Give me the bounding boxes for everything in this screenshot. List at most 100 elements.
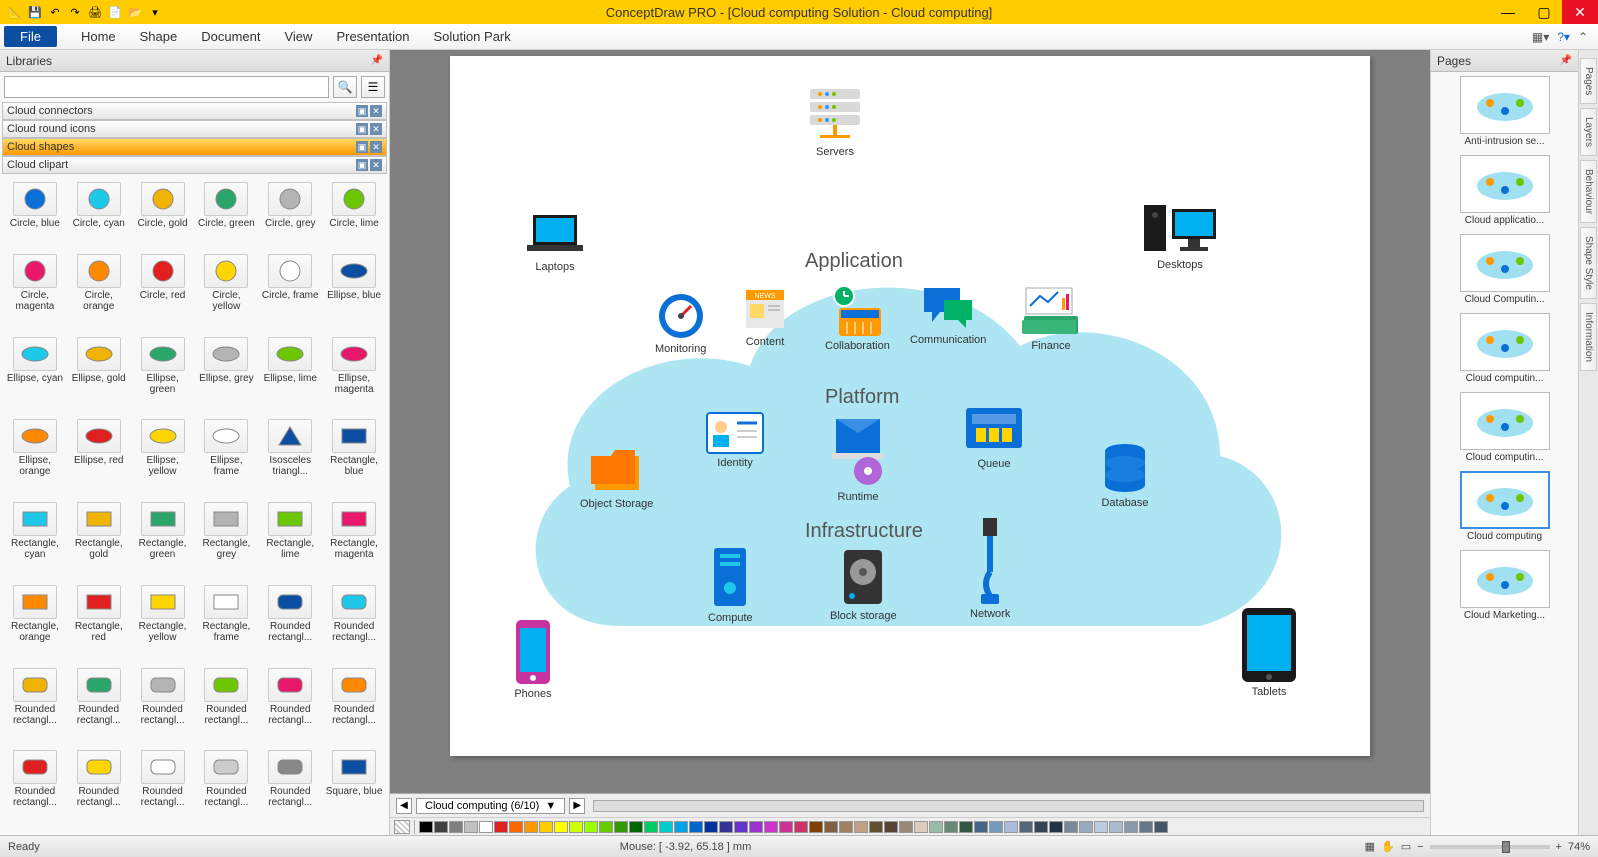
color-swatch[interactable]: [794, 821, 808, 833]
library-options-button[interactable]: ☰: [361, 76, 385, 98]
minimize-button[interactable]: —: [1490, 0, 1526, 24]
color-swatch[interactable]: [959, 821, 973, 833]
lib-section-cloud-connectors[interactable]: Cloud connectors▣✕: [2, 102, 387, 120]
collaboration-icon[interactable]: Collaboration: [825, 284, 890, 352]
color-swatch[interactable]: [869, 821, 883, 833]
color-swatch[interactable]: [644, 821, 658, 833]
page-thumb[interactable]: Cloud computing: [1445, 471, 1565, 542]
maximize-button[interactable]: ▢: [1526, 0, 1562, 24]
library-search-input[interactable]: [4, 76, 329, 98]
content-icon[interactable]: NEWS Content: [740, 284, 790, 348]
shape-circle-grey[interactable]: Circle, grey: [259, 180, 321, 250]
color-swatch[interactable]: [1004, 821, 1018, 833]
zoom-slider[interactable]: [1430, 845, 1550, 849]
color-swatch[interactable]: [614, 821, 628, 833]
color-swatch[interactable]: [599, 821, 613, 833]
compute-icon[interactable]: Compute: [708, 544, 753, 624]
shape-ellipse-lime[interactable]: Ellipse, lime: [259, 335, 321, 416]
shape-ellipse-frame[interactable]: Ellipse, frame: [195, 417, 257, 498]
shape-rounded-rectangl-[interactable]: Rounded rectangl...: [259, 583, 321, 664]
canvas-scroll[interactable]: Servers Laptops Desktops Application: [390, 50, 1430, 793]
shape-circle-green[interactable]: Circle, green: [195, 180, 257, 250]
color-swatch[interactable]: [854, 821, 868, 833]
menu-presentation[interactable]: Presentation: [324, 26, 421, 47]
zoom-out-button[interactable]: −: [1417, 841, 1423, 853]
grid-tool-icon[interactable]: ▦: [1365, 840, 1375, 853]
shape-rounded-rectangl-[interactable]: Rounded rectangl...: [4, 748, 66, 829]
color-swatch[interactable]: [704, 821, 718, 833]
shape-circle-blue[interactable]: Circle, blue: [4, 180, 66, 250]
color-swatch[interactable]: [479, 821, 493, 833]
shape-isosceles-triangl-[interactable]: Isosceles triangl...: [259, 417, 321, 498]
color-swatch[interactable]: [569, 821, 583, 833]
block-storage-icon[interactable]: Block storage: [830, 546, 897, 622]
tab-next-button[interactable]: ▶: [569, 798, 585, 814]
collapse-ribbon-icon[interactable]: ⌃: [1578, 30, 1588, 44]
shape-circle-magenta[interactable]: Circle, magenta: [4, 252, 66, 333]
shape-rectangle-red[interactable]: Rectangle, red: [68, 583, 130, 664]
runtime-icon[interactable]: Runtime: [828, 411, 888, 503]
finance-icon[interactable]: Finance: [1020, 284, 1082, 352]
shape-circle-cyan[interactable]: Circle, cyan: [68, 180, 130, 250]
color-swatch[interactable]: [449, 821, 463, 833]
file-menu[interactable]: File: [4, 26, 57, 47]
laptops-icon[interactable]: Laptops: [525, 211, 585, 273]
shape-rounded-rectangl-[interactable]: Rounded rectangl...: [132, 666, 194, 747]
phones-icon[interactable]: Phones: [514, 618, 552, 700]
page-thumb[interactable]: Cloud applicatio...: [1445, 155, 1565, 226]
shape-ellipse-blue[interactable]: Ellipse, blue: [323, 252, 385, 333]
color-swatch[interactable]: [974, 821, 988, 833]
color-swatch[interactable]: [1094, 821, 1108, 833]
lib-section-cloud-clipart[interactable]: Cloud clipart▣✕: [2, 156, 387, 174]
shape-rounded-rectangl-[interactable]: Rounded rectangl...: [259, 748, 321, 829]
help-icon[interactable]: ?▾: [1557, 30, 1570, 44]
pin-icon[interactable]: 📌: [371, 55, 383, 66]
shape-rounded-rectangl-[interactable]: Rounded rectangl...: [323, 666, 385, 747]
communication-icon[interactable]: Communication: [910, 284, 986, 346]
side-tab-pages[interactable]: Pages: [1580, 58, 1597, 104]
menu-shape[interactable]: Shape: [128, 26, 190, 47]
print-icon[interactable]: 🖨: [88, 5, 102, 19]
color-swatch[interactable]: [1034, 821, 1048, 833]
shape-ellipse-green[interactable]: Ellipse, green: [132, 335, 194, 416]
menu-solution-park[interactable]: Solution Park: [421, 26, 522, 47]
shape-rectangle-yellow[interactable]: Rectangle, yellow: [132, 583, 194, 664]
tab-prev-button[interactable]: ◀: [396, 798, 412, 814]
new-icon[interactable]: 📄: [108, 5, 122, 19]
color-swatch[interactable]: [1154, 821, 1168, 833]
page-thumb[interactable]: Anti-intrusion se...: [1445, 76, 1565, 147]
color-swatch[interactable]: [554, 821, 568, 833]
diagram-page[interactable]: Servers Laptops Desktops Application: [450, 56, 1370, 756]
shape-circle-orange[interactable]: Circle, orange: [68, 252, 130, 333]
save-icon[interactable]: 💾: [28, 5, 42, 19]
shape-ellipse-red[interactable]: Ellipse, red: [68, 417, 130, 498]
side-tab-layers[interactable]: Layers: [1580, 108, 1597, 156]
color-swatch[interactable]: [1064, 821, 1078, 833]
shape-rounded-rectangl-[interactable]: Rounded rectangl...: [323, 583, 385, 664]
shape-rectangle-orange[interactable]: Rectangle, orange: [4, 583, 66, 664]
color-swatch[interactable]: [689, 821, 703, 833]
color-swatch[interactable]: [509, 821, 523, 833]
shape-ellipse-gold[interactable]: Ellipse, gold: [68, 335, 130, 416]
object-storage-icon[interactable]: Object Storage: [580, 446, 653, 510]
shape-rounded-rectangl-[interactable]: Rounded rectangl...: [4, 666, 66, 747]
color-swatch[interactable]: [1019, 821, 1033, 833]
search-button[interactable]: 🔍: [333, 76, 357, 98]
shape-ellipse-yellow[interactable]: Ellipse, yellow: [132, 417, 194, 498]
color-swatch[interactable]: [524, 821, 538, 833]
shape-circle-gold[interactable]: Circle, gold: [132, 180, 194, 250]
color-swatch[interactable]: [809, 821, 823, 833]
page-thumb[interactable]: Cloud computin...: [1445, 313, 1565, 384]
color-swatch[interactable]: [464, 821, 478, 833]
color-swatch[interactable]: [674, 821, 688, 833]
servers-icon[interactable]: Servers: [805, 84, 865, 158]
shape-ellipse-grey[interactable]: Ellipse, grey: [195, 335, 257, 416]
more-icon[interactable]: ▾: [148, 5, 162, 19]
shape-rounded-rectangl-[interactable]: Rounded rectangl...: [259, 666, 321, 747]
color-swatch[interactable]: [914, 821, 928, 833]
color-swatch[interactable]: [749, 821, 763, 833]
shape-circle-yellow[interactable]: Circle, yellow: [195, 252, 257, 333]
network-icon[interactable]: Network: [970, 516, 1010, 620]
color-swatch[interactable]: [839, 821, 853, 833]
shape-rectangle-green[interactable]: Rectangle, green: [132, 500, 194, 581]
